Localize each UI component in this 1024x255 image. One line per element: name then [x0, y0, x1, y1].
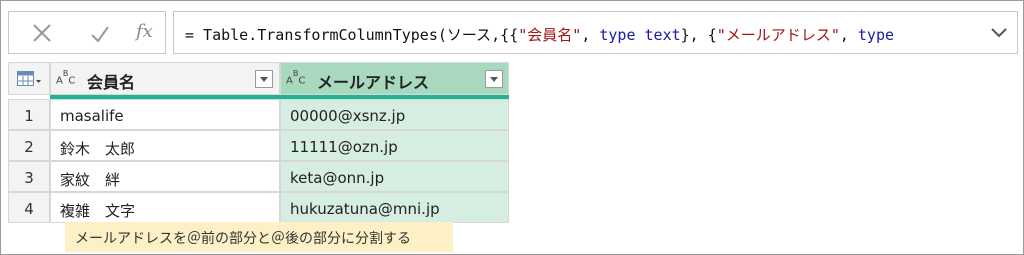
cell-text: 鈴木 太郎 [60, 140, 136, 158]
cell-text: 家紋 絆 [60, 171, 121, 189]
check-icon[interactable] [89, 23, 111, 45]
query-editor-panel: fx = Table.TransformColumnTypes(ソース,{{"会… [0, 0, 1024, 255]
cell-text: masalife [60, 107, 124, 125]
text-type-icon: ABC [286, 69, 306, 87]
formula-token: "メールアドレス" [716, 26, 840, 44]
cell-text: 複雑 文字 [60, 202, 136, 220]
table-cell-email[interactable]: 11111@ozn.jp [280, 130, 509, 161]
cell-text: 00000@xsnz.jp [290, 107, 406, 125]
cell-text: hukuzatuna@mni.jp [290, 200, 440, 218]
row-number[interactable]: 1 [8, 99, 50, 130]
table-cell-email[interactable]: 00000@xsnz.jp [280, 99, 509, 130]
column-header-label: 会員名 [87, 73, 136, 92]
dropdown-arrow-icon [260, 77, 268, 82]
table-menu-button[interactable] [8, 62, 50, 95]
formula-token: , [581, 26, 600, 44]
formula-token: type [857, 26, 895, 44]
table-cell-email[interactable]: hukuzatuna@mni.jp [280, 192, 509, 223]
table-cell-name[interactable]: 複雑 文字 [50, 192, 280, 223]
cell-text: 1 [24, 107, 34, 125]
column-header-name[interactable]: ABC 会員名 [50, 62, 280, 95]
callout-text: メールアドレスを＠前の部分と＠後の部分に分割する [75, 231, 411, 247]
formula-token: }, { [680, 26, 717, 44]
table-cell-name[interactable]: 鈴木 太郎 [50, 130, 280, 161]
table-cell-email[interactable]: keta@onn.jp [280, 161, 509, 192]
cancel-icon[interactable] [31, 22, 53, 44]
dropdown-arrow-icon [490, 77, 498, 82]
chevron-down-icon[interactable] [990, 26, 1008, 40]
formula-token: "会員名" [518, 26, 582, 44]
row-number[interactable]: 2 [8, 130, 50, 161]
cell-text: keta@onn.jp [290, 169, 385, 187]
column-filter-button[interactable] [485, 70, 503, 88]
formula-text: = Table.TransformColumnTypes(ソース,{{"会員名"… [185, 24, 894, 45]
table-cell-name[interactable]: 家紋 絆 [50, 161, 280, 192]
row-number[interactable]: 4 [8, 192, 50, 223]
formula-controls: fx [8, 11, 166, 54]
column-filter-button[interactable] [255, 70, 273, 88]
text-type-icon: ABC [56, 69, 76, 87]
cell-text: 11111@ozn.jp [290, 138, 398, 156]
row-number[interactable]: 3 [8, 161, 50, 192]
formula-token: type text [599, 26, 681, 44]
formula-input[interactable]: = Table.TransformColumnTypes(ソース,{{"会員名"… [173, 11, 1018, 54]
table-icon [17, 71, 41, 86]
cell-text: 3 [24, 169, 34, 187]
column-header-label: メールアドレス [317, 73, 430, 92]
table-cell-name[interactable]: masalife [50, 99, 280, 130]
column-header-email[interactable]: ABC メールアドレス [280, 62, 509, 95]
formula-token: , [839, 26, 858, 44]
annotation-callout: メールアドレスを＠前の部分と＠後の部分に分割する [65, 222, 453, 252]
fx-label[interactable]: fx [136, 21, 153, 42]
cell-text: 2 [24, 138, 34, 156]
formula-token: = Table.TransformColumnTypes(ソース,{{ [185, 26, 519, 44]
cell-text: 4 [24, 200, 34, 218]
